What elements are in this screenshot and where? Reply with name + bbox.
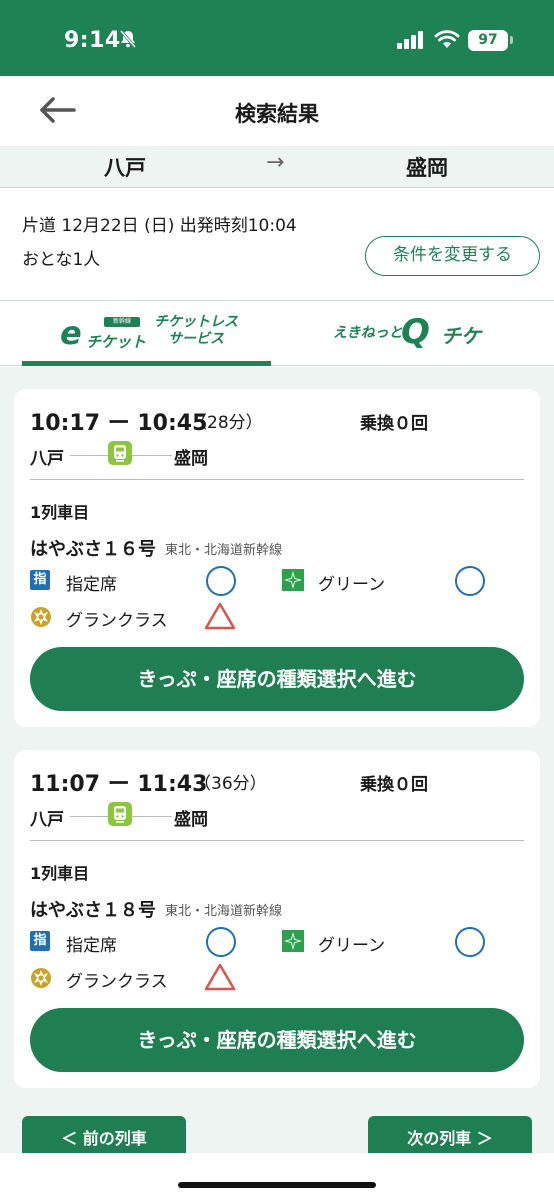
- train-number-label: 1列車目: [30, 864, 90, 883]
- departure-arrival-time: 11:07 ー 11:43: [30, 772, 208, 797]
- green-car-icon: [282, 569, 304, 591]
- right-arrow-icon: →: [266, 150, 285, 175]
- search-conditions: 片道 12月22日 (日) 出発時刻10:04 おとな1人 条件を変更する: [0, 189, 554, 301]
- home-indicator-area: [0, 1153, 554, 1200]
- tab-ekinet-q-chike[interactable]: えきねっと Q チケ: [285, 302, 534, 366]
- gran-class-label: グランクラス: [66, 972, 168, 992]
- proceed-seat-selection-button[interactable]: きっぷ・座席の種類選択へ進む: [30, 647, 524, 711]
- travel-duration: （36分）: [194, 774, 267, 794]
- e-ticket-logo-mark: e: [60, 314, 82, 352]
- green-car-label: グリーン: [318, 575, 386, 595]
- segment-to: 盛岡: [174, 449, 208, 469]
- ticket-type-tabs: e 新幹線 チケット チケットレス サービス えきねっと Q チケ: [0, 302, 554, 366]
- reserved-seat-label: 指定席: [66, 936, 117, 956]
- previous-train-button[interactable]: ＜ 前の列車: [22, 1116, 186, 1158]
- cellular-signal-icon: [397, 31, 423, 49]
- battery-cap: [510, 36, 513, 44]
- train-number-label: 1列車目: [30, 503, 90, 522]
- train-icon: [108, 441, 132, 465]
- reserved-seat-icon: 指: [30, 570, 50, 590]
- trip-date-time: 片道 12月22日 (日) 出発時刻10:04: [22, 216, 297, 236]
- line-name: 東北・北海道新幹線: [165, 904, 283, 919]
- battery-indicator: 97: [468, 30, 508, 51]
- green-car-label: グリーン: [318, 936, 386, 956]
- passenger-count: おとな1人: [22, 250, 101, 270]
- change-conditions-button[interactable]: 条件を変更する: [365, 236, 540, 276]
- train-icon: [108, 802, 132, 826]
- next-train-button[interactable]: 次の列車 ＞: [368, 1116, 532, 1158]
- card-divider: [30, 479, 524, 480]
- segment-to: 盛岡: [174, 810, 208, 830]
- circle-available-icon: [206, 566, 236, 596]
- transfer-count: 乗換０回: [360, 775, 428, 795]
- card-divider: [30, 840, 524, 841]
- triangle-limited-icon: [204, 963, 236, 991]
- route-to: 盛岡: [406, 156, 448, 180]
- segment-from: 八戸: [30, 449, 64, 469]
- page-title: 検索結果: [235, 102, 319, 126]
- ticketless-service-logo: チケットレス サービス: [154, 314, 238, 348]
- segment-from: 八戸: [30, 810, 64, 830]
- reserved-seat-icon: 指: [30, 931, 50, 951]
- reserved-seat-label: 指定席: [66, 575, 117, 595]
- route-from: 八戸: [104, 156, 146, 180]
- route-summary: 八戸 → 盛岡: [0, 146, 554, 188]
- transfer-count: 乗換０回: [360, 414, 428, 434]
- results-list: 10:17 ー 10:45 （28分） 乗換０回 八戸 盛岡 1列車目 はやぶさ…: [0, 367, 554, 1158]
- ticketless-logo-line2: サービス: [168, 331, 224, 347]
- triangle-limited-icon: [204, 602, 236, 630]
- circle-available-icon: [455, 927, 485, 957]
- wifi-icon: [434, 30, 460, 48]
- circle-available-icon: [206, 927, 236, 957]
- chike-logo-text: チケ: [441, 324, 481, 348]
- app-header: 検索結果: [0, 76, 554, 146]
- departure-arrival-time: 10:17 ー 10:45: [30, 411, 208, 436]
- train-name: はやぶさ１８号: [30, 900, 156, 921]
- ekinet-logo-text: えきねっと: [333, 325, 403, 341]
- status-bar: 9:14 97: [0, 0, 554, 76]
- train-name: はやぶさ１６号: [30, 539, 156, 560]
- circle-available-icon: [455, 566, 485, 596]
- e-ticket-logo-badge: 新幹線: [104, 317, 140, 327]
- green-car-icon: [282, 930, 304, 952]
- line-name: 東北・北海道新幹線: [165, 543, 283, 558]
- bell-slash-icon: [119, 30, 137, 48]
- tab-e-ticket[interactable]: e 新幹線 チケット チケットレス サービス: [22, 302, 271, 366]
- travel-duration: （28分）: [190, 413, 263, 433]
- ticketless-logo-line1: チケットレス: [154, 314, 238, 330]
- gran-class-label: グランクラス: [66, 611, 168, 631]
- train-result-card: 11:07 ー 11:43 （36分） 乗換０回 八戸 盛岡 1列車目 はやぶさ…: [14, 750, 540, 1088]
- e-ticket-logo-text: チケット: [86, 333, 147, 351]
- train-result-card: 10:17 ー 10:45 （28分） 乗換０回 八戸 盛岡 1列車目 はやぶさ…: [14, 389, 540, 727]
- home-indicator[interactable]: [178, 1182, 376, 1188]
- status-time: 9:14: [64, 28, 121, 53]
- gran-class-icon: [31, 968, 51, 988]
- proceed-seat-selection-button[interactable]: きっぷ・座席の種類選択へ進む: [30, 1008, 524, 1072]
- gran-class-icon: [31, 607, 51, 627]
- q-logo-mark: Q: [401, 312, 430, 352]
